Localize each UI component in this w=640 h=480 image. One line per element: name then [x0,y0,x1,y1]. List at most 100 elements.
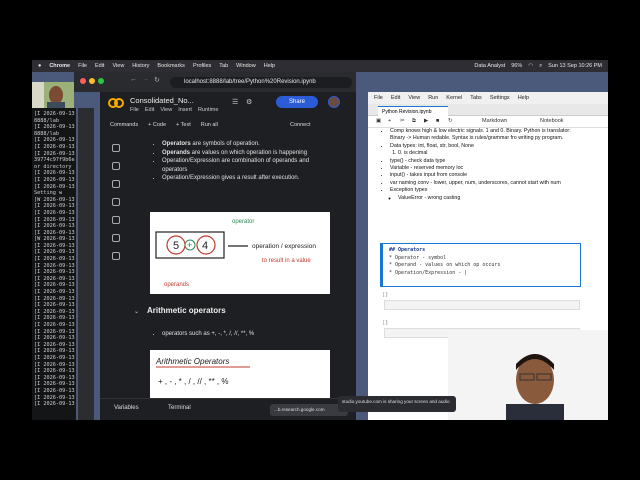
jup-menu-help[interactable]: Help [518,95,529,101]
settings-icon[interactable]: ⚙ [246,98,252,106]
wifi-icon[interactable]: ◠ [528,63,533,69]
jup-menu-kernel[interactable]: Kernel [446,95,462,101]
menu-help[interactable]: Help [264,63,275,69]
terminal-line: [I 2026-09-13 [34,394,75,401]
sketch-right-operand: 4 [202,240,208,252]
avatar[interactable] [328,96,340,108]
restart-icon[interactable]: ↻ [448,118,453,124]
colab-menu-file[interactable]: File [130,107,139,113]
zoom-window-button[interactable] [98,78,104,84]
add-text-button[interactable]: + Text [176,122,191,128]
bullet-item: Operation/Expression are combination of … [162,157,332,174]
terminal-line: [I 2026-09-13 [34,209,75,216]
jup-menu-run[interactable]: Run [428,95,438,101]
files-icon[interactable] [112,234,120,242]
jup-menu-file[interactable]: File [374,95,383,101]
terminal-line: 39774c97f9b6e [34,157,75,164]
jup-menu-edit[interactable]: Edit [391,95,400,101]
terminal-tab[interactable]: Terminal [168,405,191,411]
close-window-button[interactable] [80,78,86,84]
menu-history[interactable]: History [132,63,149,69]
active-markdown-cell[interactable]: ## Operators * Operator - symbol * Opera… [380,243,581,287]
colab-menu-edit[interactable]: Edit [145,107,154,113]
bullet-item: Operation/Expression gives a result afte… [162,174,332,183]
notebook-title[interactable]: Consolidated_No... [130,96,194,105]
terminal-line: [I 2026-09-13 [34,335,75,342]
colab-text-cell[interactable]: Operators are symbols of operation. Oper… [130,140,342,402]
find-icon[interactable] [112,162,120,170]
section-heading[interactable]: ⌄ Arithmetic operators [134,306,226,315]
terminal-line: [I 2026-09-13 [34,203,75,210]
secrets-icon[interactable] [112,198,120,206]
data-table-icon[interactable] [112,252,120,260]
variables-tab[interactable]: Variables [114,405,139,411]
minimize-window-button[interactable] [89,78,95,84]
empty-code-cell[interactable] [384,300,580,310]
terminal-line: [I 2026-09-13 [34,124,75,131]
run-all-button[interactable]: Run all [201,122,218,128]
share-banner-text: studio.youtube.com is sharing your scree… [342,399,450,404]
research-tab[interactable]: ...b.research.google.com [270,404,348,416]
cell-line: * Operation/Expression - | [389,269,468,276]
toc-icon[interactable] [112,144,120,152]
jup-menu-tabs[interactable]: Tabs [470,95,482,101]
status-data-analyst[interactable]: Data Analyst [474,63,505,69]
terminal-line: Setting w [34,190,63,197]
menu-edit[interactable]: Edit [95,63,104,69]
menu-window[interactable]: Window [236,63,256,69]
bullet-item: Operators are symbols of operation. [162,140,332,149]
address-bar[interactable]: localhost:8888/lab/tree/Python%20Revisio… [170,77,352,88]
colab-menu-runtime[interactable]: Runtime [198,107,218,113]
url-text: localhost:8888/lab/tree/Python%20Revisio… [184,79,316,85]
menu-file[interactable]: File [78,63,87,69]
cell-type-select[interactable]: Markdown [482,118,507,124]
menu-tab[interactable]: Tab [219,63,228,69]
sketch-operator-label: operator [232,219,254,225]
colab-menu-view[interactable]: View [160,107,172,113]
cut-icon[interactable]: ✂ [400,118,405,124]
colab-menu-insert[interactable]: Insert [178,107,192,113]
terminal-line: [I 2026-09-13 [34,315,75,322]
connect-button[interactable]: Connect [290,122,311,128]
comments-icon[interactable]: ☰ [232,98,238,106]
terminal-log[interactable]: [I 2026-09-13 8888/lab [I 2026-09-13 8888/l… [32,108,76,420]
menu-profiles[interactable]: Profiles [193,63,211,69]
terminal-line: [I 2026-09-13 [34,341,75,348]
terminal-line: [I 2026-09-13 [34,354,75,361]
add-code-button[interactable]: + Code [148,122,166,128]
colab-logo-icon[interactable] [108,98,124,108]
save-icon[interactable]: ▣ [376,118,381,124]
forward-arrow-icon[interactable]: → [142,76,149,83]
note-item: Variable - reserved memory loc [390,165,582,172]
collapse-chevron-icon[interactable]: ⌄ [134,309,139,315]
bullet-item: Operands are values on which operation i… [162,149,332,158]
menu-view[interactable]: View [112,63,124,69]
terminal-line: [I 2026-09-13 [34,387,75,394]
copy-icon[interactable]: ⧉ [412,118,416,125]
variables-icon[interactable] [112,216,120,224]
code-snippets-icon[interactable] [112,180,120,188]
colab-header: Consolidated_No... ☰ ⚙ Share File Edit V… [100,92,356,136]
add-cell-icon[interactable]: + [388,118,391,124]
menu-bookmarks[interactable]: Bookmarks [157,63,185,69]
run-icon[interactable]: ▶ [424,118,428,124]
jup-menu-settings[interactable]: Settings [490,95,510,101]
terminal-line: [W 2026-09-13 [34,196,75,203]
reload-icon[interactable]: ↻ [154,76,160,84]
search-icon[interactable]: ⌕ [539,63,542,70]
share-button[interactable]: Share [276,96,318,108]
terminal-line: [I 2026-09-13 [34,275,75,282]
stop-icon[interactable]: ■ [436,118,439,124]
kernel-label[interactable]: Notebook [540,118,564,124]
commands-button[interactable]: Commands [110,122,138,128]
arith-list: operators such as +, -, *, /, //, **, % [152,330,332,339]
note-item: ValueError - wrong casting [398,195,582,202]
back-arrow-icon[interactable]: ← [130,76,137,83]
markdown-rendered[interactable]: Comp knows high & low electric signals. … [382,128,582,202]
notebook-tab[interactable]: Python Revision.ipynb [378,106,448,116]
battery-level: 96% [511,63,523,69]
apple-icon[interactable]: ● [38,63,41,69]
jup-menu-view[interactable]: View [408,95,420,101]
terminal-line: [I 2026-09-13 [34,401,75,408]
menubar-app[interactable]: Chrome [49,63,70,69]
